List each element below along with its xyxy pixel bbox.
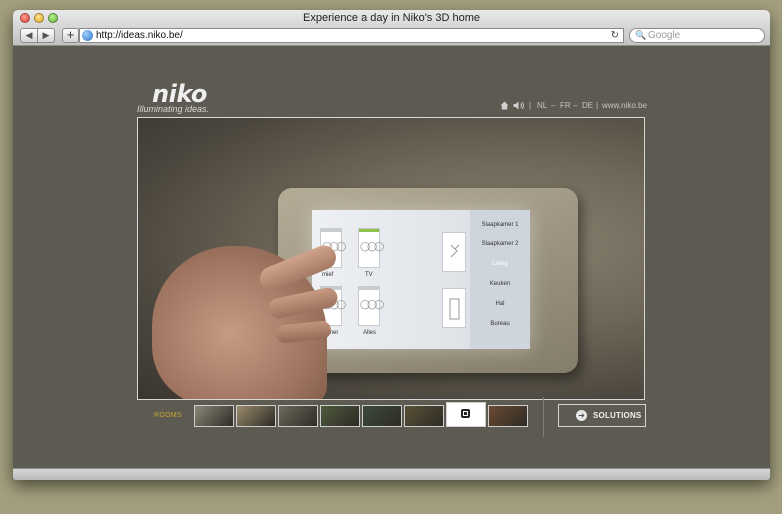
window-title: Experience a day in Niko's 3D home <box>303 12 480 24</box>
blinds-tile[interactable] <box>442 232 466 272</box>
status-bar-indicator <box>359 229 379 232</box>
search-icon: 🔍 <box>635 30 647 40</box>
search-field[interactable]: 🔍 <box>629 28 765 43</box>
3d-home-scene[interactable]: ◯◯◯ mief ◯◯◯ TV ◯◯◯ tkamer ◯◯◯ Alles <box>137 117 645 400</box>
lang-separator: – <box>573 101 578 110</box>
bulbs-icon: ◯◯◯ <box>360 241 384 251</box>
tile-label: Alles <box>363 330 377 336</box>
nav-divider <box>543 397 544 437</box>
home-icon[interactable] <box>500 101 509 110</box>
forward-button[interactable]: ▶ <box>37 28 55 43</box>
lang-separator: – <box>551 101 556 110</box>
forward-arrow-icon: ▶ <box>42 30 50 40</box>
touch-panel-screen[interactable]: ◯◯◯ mief ◯◯◯ TV ◯◯◯ tkamer ◯◯◯ Alles <box>312 210 530 349</box>
stop-icon <box>461 409 470 418</box>
status-bar-indicator <box>321 229 341 232</box>
search-input[interactable] <box>648 29 758 42</box>
room-list-panel <box>470 210 530 349</box>
tagline: Illuminating ideas. <box>137 104 210 114</box>
back-button[interactable]: ◀ <box>20 28 38 43</box>
tile-label: mief <box>322 272 334 278</box>
room-item-slaapkamer-2[interactable]: Slaapkamer 2 <box>470 241 530 247</box>
lang-link-de[interactable]: DE <box>582 101 593 110</box>
status-bar-indicator <box>359 287 379 290</box>
browser-window: Experience a day in Niko's 3D home ◀ ▶ +… <box>13 10 770 480</box>
room-item-hal[interactable]: Hal <box>470 301 530 307</box>
room-thumbnail-selected[interactable] <box>446 402 486 427</box>
plus-icon: + <box>66 27 75 42</box>
nav-divider: | <box>596 101 599 110</box>
room-item-bureau[interactable]: Bureau <box>470 321 530 327</box>
tile-label: TV <box>365 272 373 278</box>
lang-link-nl[interactable]: NL <box>537 101 547 110</box>
room-thumbnail[interactable] <box>278 405 318 427</box>
room-item-slaapkamer-1[interactable]: Slaapkamer 1 <box>470 222 530 228</box>
web-page: niko Illuminating ideas. | NL – FR – DE … <box>13 46 770 468</box>
room-item-keuken[interactable]: Keuken <box>470 281 530 287</box>
globe-icon <box>82 30 93 41</box>
sound-icon[interactable] <box>513 101 525 110</box>
scene-tile-alles[interactable]: ◯◯◯ <box>358 286 384 326</box>
solutions-button[interactable]: ➜ SOLUTIONS <box>558 404 646 427</box>
room-thumbnail[interactable] <box>236 405 276 427</box>
bulbs-icon: ◯◯◯ <box>360 299 384 309</box>
door-tile[interactable] <box>442 288 466 328</box>
blinds-icon <box>450 244 460 258</box>
back-arrow-icon: ◀ <box>25 30 33 40</box>
site-link[interactable]: www.niko.be <box>602 101 647 110</box>
lang-link-fr[interactable]: FR <box>560 101 571 110</box>
address-bar[interactable]: http://ideas.niko.be/ ↻ <box>79 28 624 43</box>
reload-icon[interactable]: ↻ <box>611 29 619 42</box>
browser-status-bar <box>13 468 770 480</box>
nav-divider: | <box>529 101 532 110</box>
scene-tile-tv[interactable]: ◯◯◯ <box>358 228 384 268</box>
room-thumbnail[interactable] <box>362 405 402 427</box>
add-bookmark-button[interactable]: + <box>62 28 79 43</box>
room-thumbnail[interactable] <box>404 405 444 427</box>
room-item-living[interactable]: Living <box>470 261 530 267</box>
door-icon <box>449 298 460 320</box>
room-thumbnail[interactable] <box>320 405 360 427</box>
arrow-right-icon: ➜ <box>576 410 587 421</box>
solutions-label: SOLUTIONS <box>593 411 642 420</box>
rooms-label: ROOMS <box>154 412 182 419</box>
browser-toolbar: Experience a day in Niko's 3D home ◀ ▶ +… <box>13 10 770 46</box>
url-text[interactable]: http://ideas.niko.be/ <box>96 29 183 42</box>
room-thumbnail[interactable] <box>194 405 234 427</box>
room-thumbnail[interactable] <box>488 405 528 427</box>
